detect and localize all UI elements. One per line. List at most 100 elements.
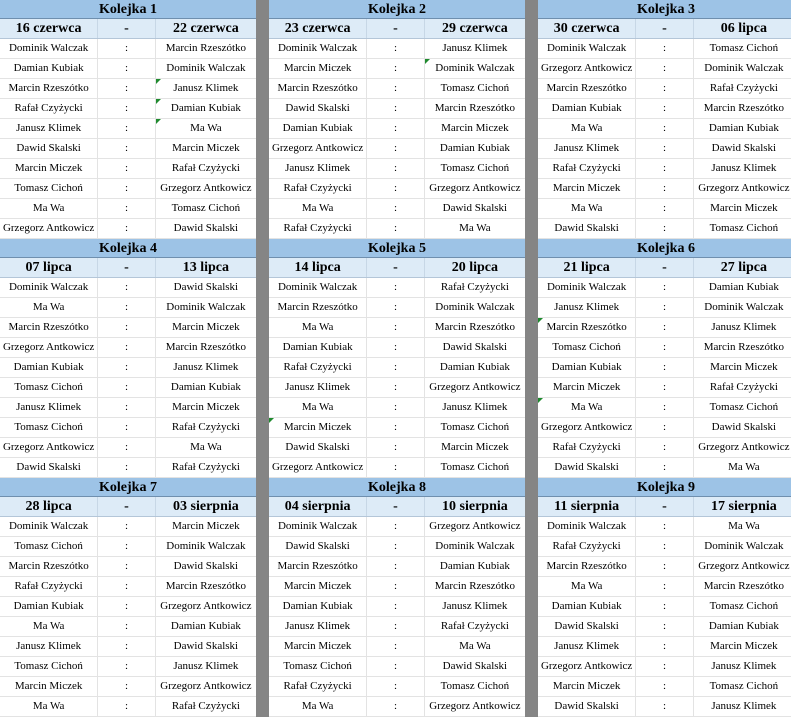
away-player-cell[interactable]: Rafał Czyżycki (156, 458, 256, 477)
away-player-cell[interactable]: Dominik Walczak (425, 298, 525, 317)
away-player-cell[interactable]: Marcin Miczek (156, 398, 256, 417)
home-player-cell[interactable]: Rafał Czyżycki (269, 179, 368, 198)
home-player-cell[interactable]: Ma Wa (0, 298, 99, 317)
score-separator-cell[interactable]: : (98, 378, 156, 397)
score-separator-cell[interactable]: : (636, 557, 694, 576)
away-player-cell[interactable]: Tomasz Cichoń (425, 418, 525, 437)
home-player-cell[interactable]: Tomasz Cichoń (0, 418, 99, 437)
away-player-cell[interactable]: Dominik Walczak (425, 537, 525, 556)
score-separator-cell[interactable]: : (98, 577, 156, 596)
home-player-cell[interactable]: Damian Kubiak (538, 99, 637, 118)
score-separator-cell[interactable]: : (98, 119, 156, 138)
home-player-cell[interactable]: Marcin Miczek (538, 179, 637, 198)
away-player-cell[interactable]: Janusz Klimek (425, 398, 525, 417)
round-title[interactable]: Kolejka 3 (538, 0, 791, 19)
date-to-cell[interactable]: 27 lipca (694, 258, 791, 277)
score-separator-cell[interactable]: : (367, 697, 425, 716)
score-separator-cell[interactable]: : (98, 458, 156, 477)
home-player-cell[interactable]: Marcin Miczek (269, 418, 368, 437)
score-separator-cell[interactable]: : (367, 657, 425, 676)
score-separator-cell[interactable]: : (636, 597, 694, 616)
score-separator-cell[interactable]: : (367, 179, 425, 198)
home-player-cell[interactable]: Ma Wa (269, 398, 368, 417)
date-from-cell[interactable]: 14 lipca (269, 258, 368, 277)
away-player-cell[interactable]: Dominik Walczak (424, 59, 525, 78)
home-player-cell[interactable]: Marcin Miczek (269, 59, 368, 78)
away-player-cell[interactable]: Dominik Walczak (156, 537, 256, 556)
away-player-cell[interactable]: Dawid Skalski (425, 338, 525, 357)
home-player-cell[interactable]: Dominik Walczak (538, 278, 637, 297)
home-player-cell[interactable]: Marcin Rzeszótko (0, 318, 99, 337)
home-player-cell[interactable]: Rafał Czyżycki (269, 677, 368, 696)
home-player-cell[interactable]: Marcin Rzeszótko (269, 298, 368, 317)
home-player-cell[interactable]: Grzegorz Antkowicz (0, 338, 99, 357)
score-separator-cell[interactable]: : (636, 159, 694, 178)
date-from-cell[interactable]: 07 lipca (0, 258, 99, 277)
away-player-cell[interactable]: Marcin Miczek (694, 358, 791, 377)
home-player-cell[interactable]: Janusz Klimek (0, 119, 99, 138)
away-player-cell[interactable]: Ma Wa (155, 119, 256, 138)
score-separator-cell[interactable]: : (636, 39, 694, 58)
score-separator-cell[interactable]: : (636, 119, 694, 138)
home-player-cell[interactable]: Marcin Rzeszótko (0, 557, 99, 576)
score-separator-cell[interactable]: : (636, 99, 694, 118)
home-player-cell[interactable]: Marcin Rzeszótko (269, 79, 368, 98)
round-title[interactable]: Kolejka 6 (538, 239, 791, 258)
date-to-cell[interactable]: 03 sierpnia (156, 497, 256, 516)
away-player-cell[interactable]: Dawid Skalski (156, 637, 256, 656)
home-player-cell[interactable]: Dominik Walczak (269, 517, 368, 536)
score-separator-cell[interactable]: : (636, 59, 694, 78)
home-player-cell[interactable]: Ma Wa (0, 199, 99, 218)
home-player-cell[interactable]: Damian Kubiak (269, 119, 368, 138)
home-player-cell[interactable]: Damian Kubiak (0, 358, 99, 377)
home-player-cell[interactable]: Grzegorz Antkowicz (538, 418, 637, 437)
away-player-cell[interactable]: Tomasz Cichoń (694, 597, 791, 616)
score-separator-cell[interactable]: : (636, 458, 694, 477)
score-separator-cell[interactable]: : (636, 298, 694, 317)
score-separator-cell[interactable]: : (367, 159, 425, 178)
score-separator-cell[interactable]: : (636, 338, 694, 357)
away-player-cell[interactable]: Dominik Walczak (694, 59, 791, 78)
home-player-cell[interactable]: Rafał Czyżycki (538, 159, 637, 178)
score-separator-cell[interactable]: : (367, 338, 425, 357)
home-player-cell[interactable]: Ma Wa (269, 318, 368, 337)
away-player-cell[interactable]: Dawid Skalski (694, 418, 791, 437)
away-player-cell[interactable]: Grzegorz Antkowicz (425, 517, 525, 536)
away-player-cell[interactable]: Marcin Rzeszótko (156, 338, 256, 357)
score-separator-cell[interactable]: : (636, 358, 694, 377)
home-player-cell[interactable]: Marcin Rzeszótko (538, 318, 637, 337)
date-separator-cell[interactable]: - (636, 258, 694, 277)
score-separator-cell[interactable]: : (367, 79, 425, 98)
date-to-cell[interactable]: 13 lipca (156, 258, 256, 277)
date-to-cell[interactable]: 06 lipca (694, 19, 791, 38)
score-separator-cell[interactable]: : (367, 418, 425, 437)
score-separator-cell[interactable]: : (367, 59, 425, 78)
away-player-cell[interactable]: Marcin Miczek (156, 139, 256, 158)
away-player-cell[interactable]: Rafał Czyżycki (156, 418, 256, 437)
date-to-cell[interactable]: 22 czerwca (156, 19, 256, 38)
away-player-cell[interactable]: Rafał Czyżycki (694, 378, 791, 397)
away-player-cell[interactable]: Damian Kubiak (425, 358, 525, 377)
score-separator-cell[interactable]: : (98, 179, 156, 198)
score-separator-cell[interactable]: : (98, 338, 156, 357)
away-player-cell[interactable]: Janusz Klimek (694, 657, 791, 676)
away-player-cell[interactable]: Tomasz Cichoń (425, 458, 525, 477)
home-player-cell[interactable]: Janusz Klimek (0, 398, 99, 417)
date-from-cell[interactable]: 28 lipca (0, 497, 99, 516)
score-separator-cell[interactable]: : (636, 418, 694, 437)
date-to-cell[interactable]: 29 czerwca (425, 19, 525, 38)
home-player-cell[interactable]: Marcin Rzeszótko (538, 557, 637, 576)
away-player-cell[interactable]: Rafał Czyżycki (425, 617, 525, 636)
home-player-cell[interactable]: Grzegorz Antkowicz (538, 657, 637, 676)
score-separator-cell[interactable]: : (98, 358, 156, 377)
home-player-cell[interactable]: Dawid Skalski (0, 458, 99, 477)
home-player-cell[interactable]: Ma Wa (0, 617, 99, 636)
away-player-cell[interactable]: Janusz Klimek (155, 79, 256, 98)
home-player-cell[interactable]: Dawid Skalski (0, 139, 99, 158)
home-player-cell[interactable]: Damian Kubiak (538, 358, 637, 377)
score-separator-cell[interactable]: : (636, 617, 694, 636)
score-separator-cell[interactable]: : (367, 199, 425, 218)
score-separator-cell[interactable]: : (98, 537, 156, 556)
score-separator-cell[interactable]: : (367, 298, 425, 317)
score-separator-cell[interactable]: : (636, 438, 694, 457)
